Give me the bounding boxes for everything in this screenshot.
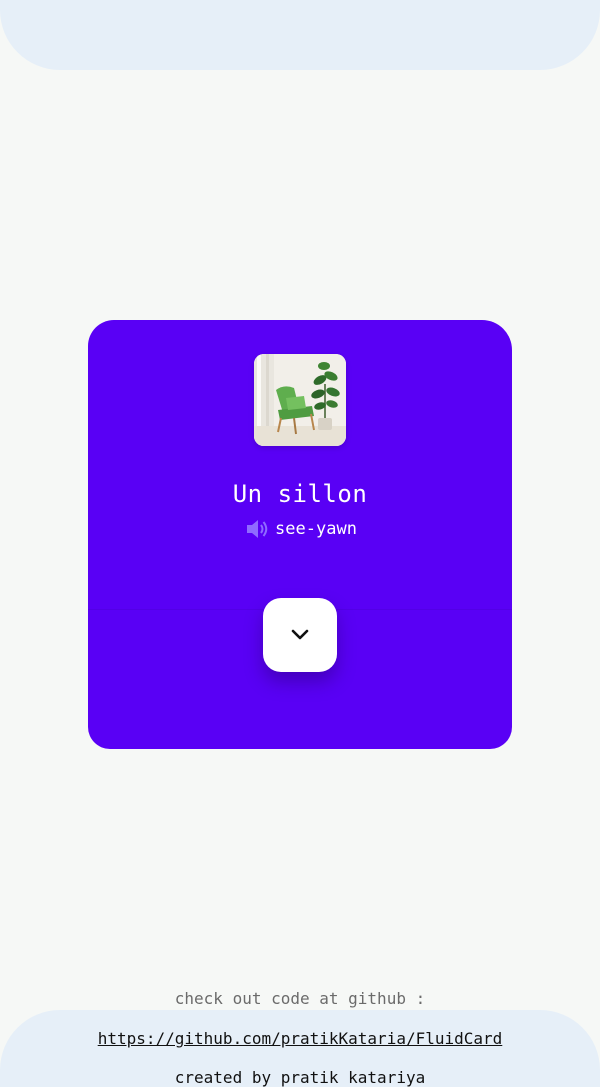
github-link[interactable]: https://github.com/pratikKataria/FluidCa…: [0, 1029, 600, 1048]
speaker-icon[interactable]: [243, 515, 271, 543]
chevron-down-icon: [291, 629, 309, 640]
word-image: [254, 354, 346, 446]
armchair-image: [254, 354, 346, 446]
pronunciation-row: see-yawn: [88, 515, 512, 543]
expand-button[interactable]: [263, 598, 337, 672]
github-note: check out code at github :: [174, 989, 426, 1008]
page: Un sillon see-yawn check out code at git…: [0, 0, 600, 1087]
pronunciation-text: see-yawn: [275, 519, 357, 539]
top-decorative-blob: [0, 0, 600, 70]
word-title: Un sillon: [232, 480, 368, 508]
credit-text: created by pratik katariya: [174, 1068, 426, 1087]
flashcard[interactable]: Un sillon see-yawn: [88, 320, 512, 749]
